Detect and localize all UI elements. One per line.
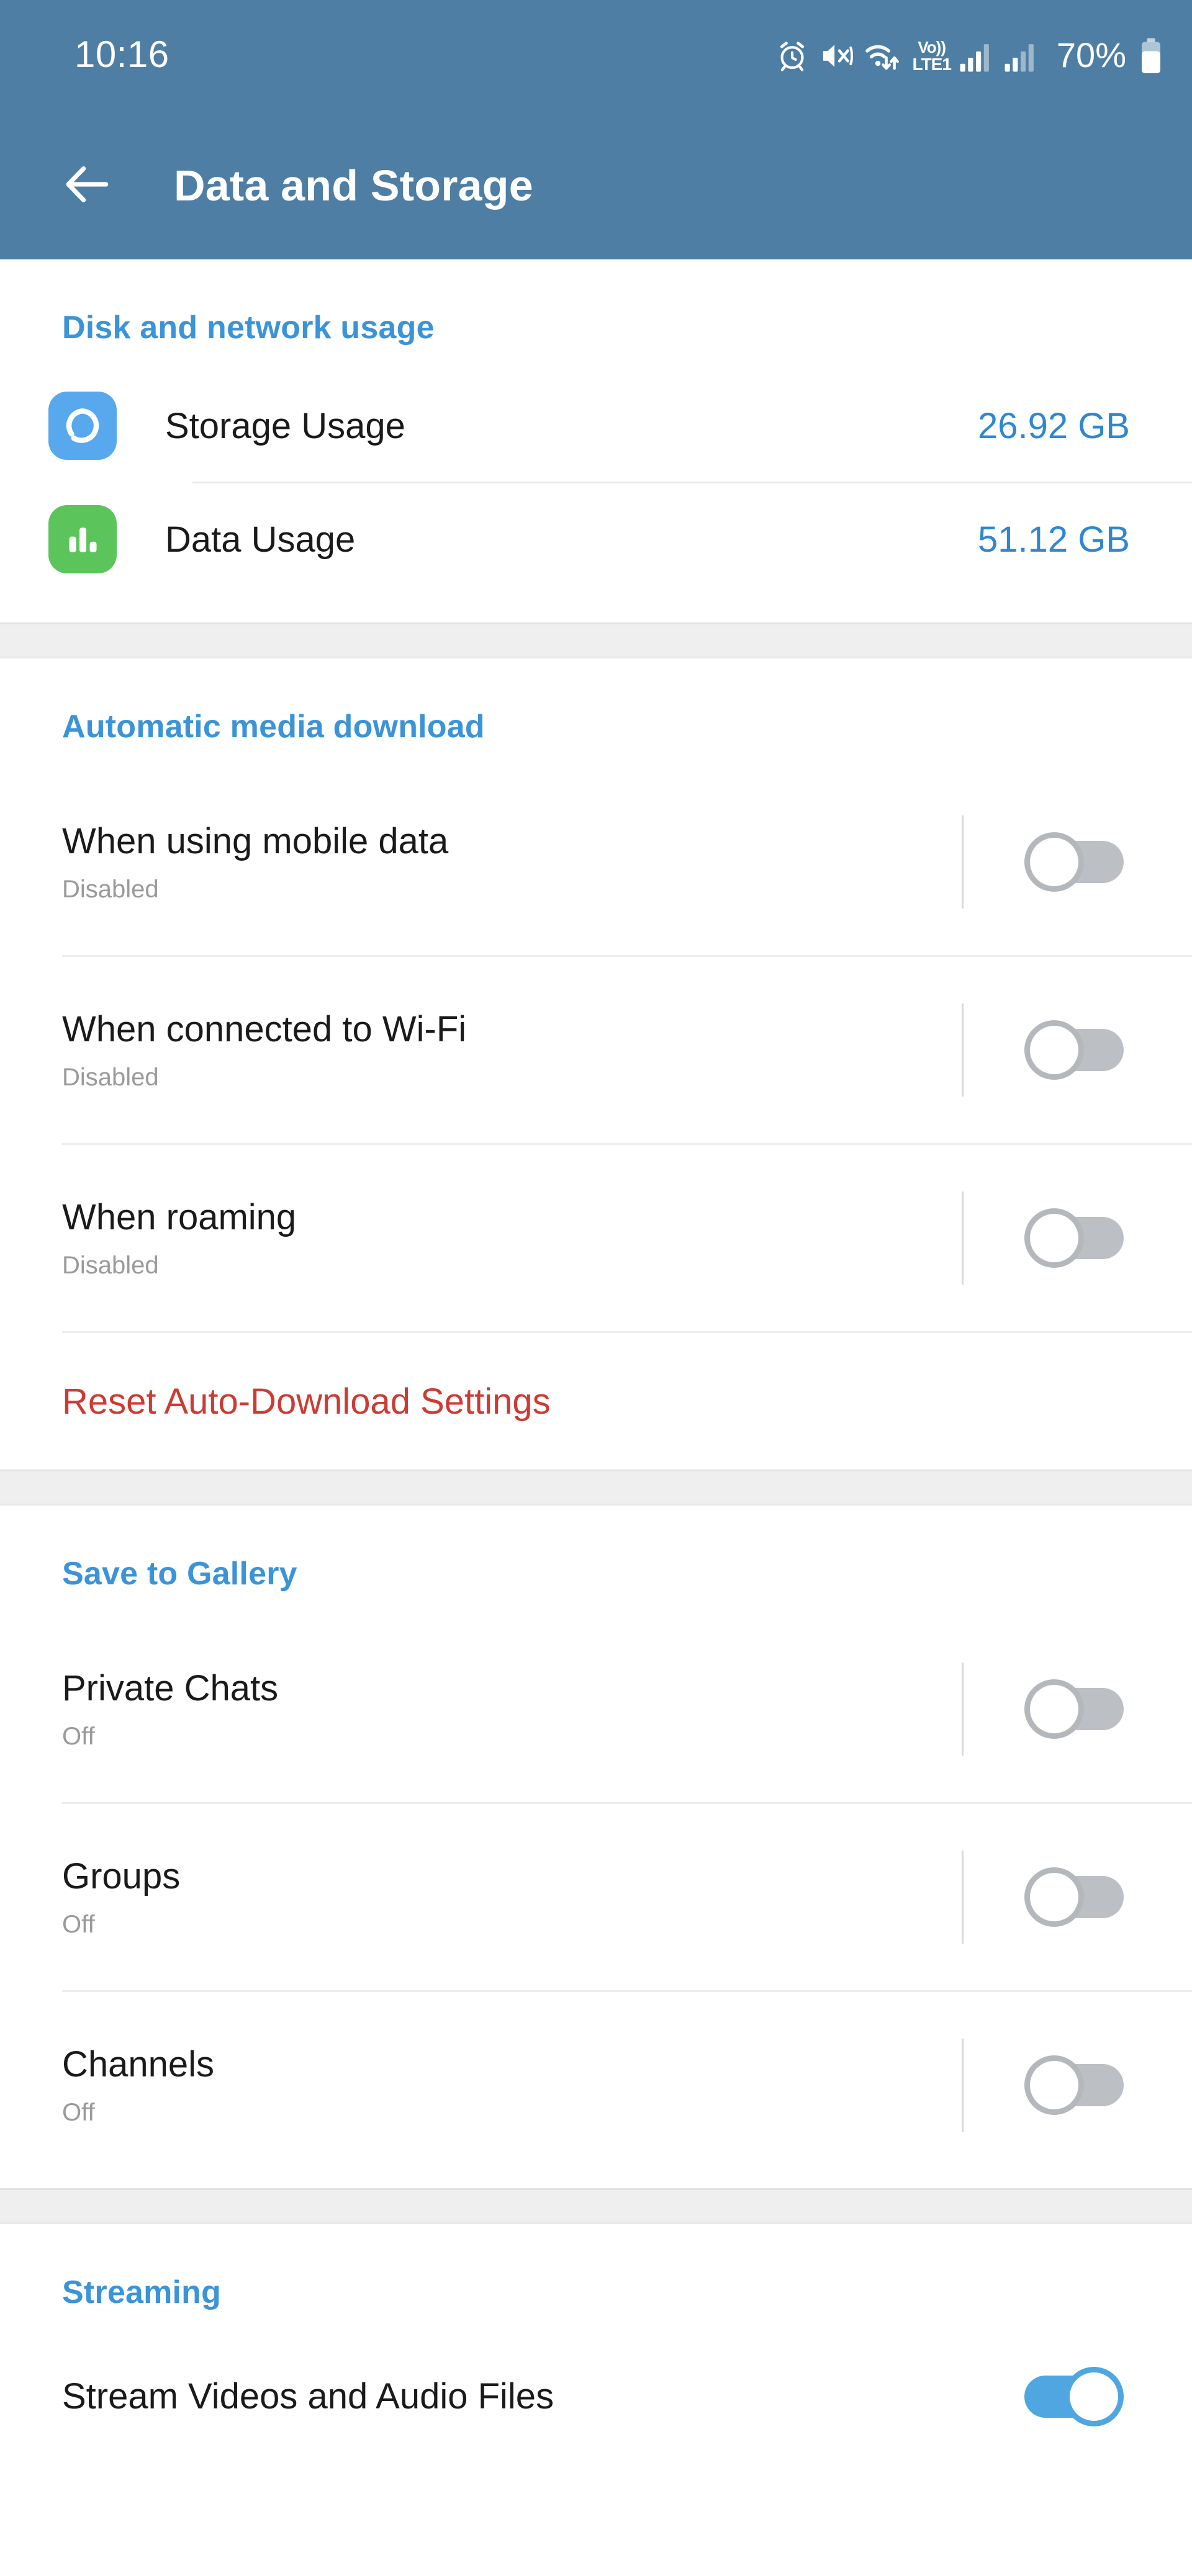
row-channels[interactable]: Channels Off [0,1992,1192,2178]
status-clock: 10:16 [74,34,169,75]
vertical-separator [962,1663,964,1756]
toggle-private-chats[interactable] [1024,1679,1124,1739]
row-texts: When using mobile data Disabled [62,822,448,902]
storage-usage-value: 26.92 GB [977,405,1130,446]
data-bars-icon [48,505,117,573]
battery-icon [1140,37,1162,74]
row-title: Channels [62,2044,215,2085]
toggle-knob [1024,1679,1084,1739]
back-arrow-icon [58,156,115,216]
vertical-separator [962,1192,964,1285]
row-subtitle: Disabled [62,1252,159,1280]
row-when-roaming[interactable]: When roaming Disabled [0,1145,1192,1331]
back-button[interactable] [57,156,117,215]
section-streaming: Streaming Stream Videos and Audio Files [0,2224,1192,2459]
row-control [962,1192,1124,1285]
row-title: Private Chats [62,1667,279,1708]
volte-top-label: Vo)) [918,37,946,56]
row-title: When connected to Wi-Fi [62,1008,467,1049]
volte-bottom-label: LTE1 [912,54,952,74]
row-when-connected-to-wifi[interactable]: When connected to Wi-Fi Disabled [0,957,1192,1143]
toggle-knob [1064,2367,1124,2426]
storage-pie-icon [48,392,117,460]
row-reset-auto-download[interactable]: Reset Auto-Download Settings [0,1333,1192,1470]
row-control [962,2039,1124,2132]
volte-icon: Vo)) LTE1 [912,37,952,74]
settings-content: Disk and network usage Storage Usage 26.… [0,259,1192,2459]
app-bar: Data and Storage [0,112,1192,259]
row-texts: Private Chats Off [62,1669,278,1749]
toggle-knob [1024,2055,1084,2115]
row-control [1024,2367,1124,2426]
row-texts: When roaming Disabled [62,1198,296,1278]
wifi-transfer-icon [863,38,903,73]
section-title-streaming: Streaming [62,2274,222,2310]
row-subtitle: Off [62,2099,95,2127]
row-stream-videos-and-audio-files[interactable]: Stream Videos and Audio Files [0,2335,1192,2459]
row-when-using-mobile-data[interactable]: When using mobile data Disabled [0,769,1192,955]
section-header-wrap: Automatic media download [0,658,1192,769]
data-usage-value: 51.12 GB [977,519,1130,560]
section-header-wrap: Save to Gallery [0,1506,1192,1616]
reset-auto-download-label: Reset Auto-Download Settings [62,1381,551,1422]
page-title: Data and Storage [174,161,533,210]
signal-sim2-icon [1003,38,1038,73]
vertical-separator [962,1003,964,1097]
row-texts: When connected to Wi-Fi Disabled [62,1010,466,1090]
row-storage-usage[interactable]: Storage Usage 26.92 GB [0,370,1192,482]
status-bar: 10:16 Vo)) LTE1 70% [0,0,1192,112]
section-automatic-media-download: Automatic media download When using mobi… [0,658,1192,1470]
signal-sim1-icon [959,38,993,73]
toggle-when-connected-to-wifi[interactable] [1024,1020,1124,1080]
section-separator [0,1470,1192,1506]
section-title-disk: Disk and network usage [62,310,435,346]
vertical-separator [962,1851,964,1944]
row-data-usage[interactable]: Data Usage 51.12 GB [0,483,1192,595]
row-texts: Groups Off [62,1857,180,1937]
storage-usage-label: Storage Usage [165,405,405,446]
section-save-to-gallery: Save to Gallery Private Chats Off Groups… [0,1506,1192,2188]
toggle-when-roaming[interactable] [1024,1208,1124,1268]
row-texts: Stream Videos and Audio Files [62,2377,554,2417]
data-usage-label: Data Usage [165,519,356,560]
toggle-knob [1024,1208,1084,1268]
toggle-groups[interactable] [1024,1867,1124,1927]
section-separator [0,622,1192,658]
row-control [962,1003,1124,1097]
section-disk-and-network-usage: Disk and network usage Storage Usage 26.… [0,259,1192,622]
row-subtitle: Off [62,1911,95,1939]
alarm-icon [776,38,808,73]
toggle-knob [1024,1867,1084,1927]
row-private-chats[interactable]: Private Chats Off [0,1616,1192,1802]
vibrate-mute-icon [818,38,853,73]
row-title: Stream Videos and Audio Files [62,2376,554,2417]
vertical-separator [962,2039,964,2132]
battery-percent-label: 70% [1056,35,1126,74]
toggle-knob [1024,832,1084,892]
section-header-wrap: Disk and network usage [0,259,1192,370]
status-bar-icons: Vo)) LTE1 70% [776,34,1162,78]
section-header-wrap: Streaming [0,2224,1192,2335]
row-title: When roaming [62,1196,297,1237]
row-subtitle: Disabled [62,876,159,904]
section-title-auto-download: Automatic media download [62,709,485,745]
toggle-stream-videos-and-audio-files[interactable] [1024,2367,1124,2426]
toggle-knob [1024,1020,1084,1080]
vertical-separator [962,815,964,909]
row-control [962,1851,1124,1944]
section-separator [0,2188,1192,2224]
row-subtitle: Off [62,1723,95,1751]
row-texts: Channels Off [62,2045,214,2125]
row-title: When using mobile data [62,820,449,861]
section-title-save-to-gallery: Save to Gallery [62,1556,297,1592]
toggle-when-using-mobile-data[interactable] [1024,832,1124,892]
row-subtitle: Disabled [62,1064,159,1092]
row-groups[interactable]: Groups Off [0,1804,1192,1990]
row-control [962,815,1124,909]
row-title: Groups [62,1856,181,1896]
row-control [962,1663,1124,1756]
toggle-channels[interactable] [1024,2055,1124,2115]
